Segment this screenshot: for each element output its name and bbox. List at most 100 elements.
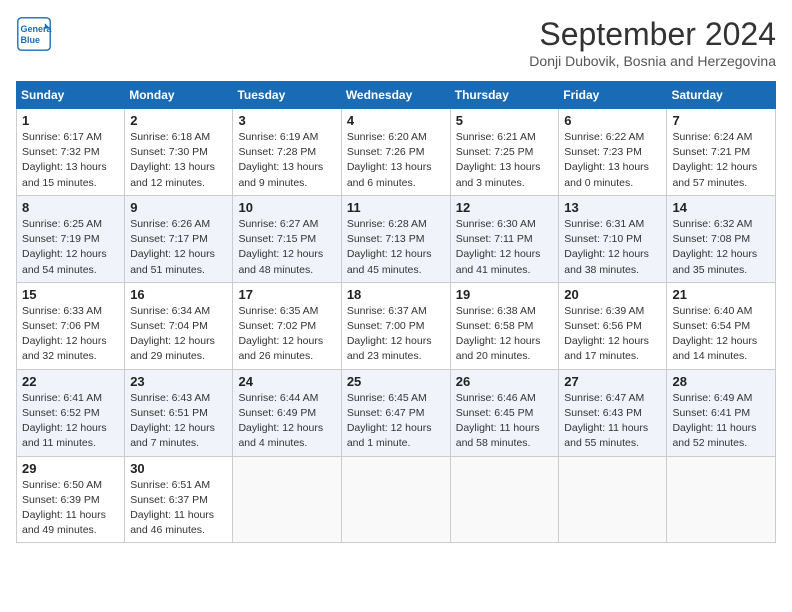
day-number: 13: [564, 200, 661, 215]
weekday-header: Monday: [125, 82, 233, 109]
calendar-cell: 9 Sunrise: 6:26 AM Sunset: 7:17 PM Daylig…: [125, 195, 233, 282]
day-number: 23: [130, 374, 227, 389]
calendar-cell: 27 Sunrise: 6:47 AM Sunset: 6:43 PM Dayli…: [559, 369, 667, 456]
day-number: 17: [238, 287, 335, 302]
calendar-cell: 5 Sunrise: 6:21 AM Sunset: 7:25 PM Daylig…: [450, 109, 559, 196]
calendar-cell: 17 Sunrise: 6:35 AM Sunset: 7:02 PM Dayli…: [233, 282, 341, 369]
calendar-cell: 15 Sunrise: 6:33 AM Sunset: 7:06 PM Dayli…: [17, 282, 125, 369]
calendar-cell: 16 Sunrise: 6:34 AM Sunset: 7:04 PM Dayli…: [125, 282, 233, 369]
calendar-table: SundayMondayTuesdayWednesdayThursdayFrid…: [16, 81, 776, 543]
day-number: 9: [130, 200, 227, 215]
calendar-cell: 7Sunrise: 6:24 AM Sunset: 7:21 PM Daylig…: [667, 109, 776, 196]
calendar-cell: 8 Sunrise: 6:25 AM Sunset: 7:19 PM Daylig…: [17, 195, 125, 282]
calendar-cell: 25 Sunrise: 6:45 AM Sunset: 6:47 PM Dayli…: [341, 369, 450, 456]
day-number: 5: [456, 113, 554, 128]
day-number: 11: [347, 200, 445, 215]
day-info: Sunrise: 6:43 AM Sunset: 6:51 PM Dayligh…: [130, 391, 227, 452]
day-info: Sunrise: 6:44 AM Sunset: 6:49 PM Dayligh…: [238, 391, 335, 452]
day-info: Sunrise: 6:21 AM Sunset: 7:25 PM Dayligh…: [456, 130, 554, 191]
day-info: Sunrise: 6:40 AM Sunset: 6:54 PM Dayligh…: [672, 304, 770, 365]
day-number: 16: [130, 287, 227, 302]
day-number: 27: [564, 374, 661, 389]
calendar-cell: [450, 456, 559, 543]
calendar-cell: 1 Sunrise: 6:17 AM Sunset: 7:32 PM Daylig…: [17, 109, 125, 196]
day-info: Sunrise: 6:32 AM Sunset: 7:08 PM Dayligh…: [672, 217, 770, 278]
calendar-cell: 6Sunrise: 6:22 AM Sunset: 7:23 PM Daylig…: [559, 109, 667, 196]
calendar-cell: 30 Sunrise: 6:51 AM Sunset: 6:37 PM Dayli…: [125, 456, 233, 543]
calendar-cell: 2 Sunrise: 6:18 AM Sunset: 7:30 PM Daylig…: [125, 109, 233, 196]
weekday-header: Saturday: [667, 82, 776, 109]
calendar-cell: 19Sunrise: 6:38 AM Sunset: 6:58 PM Dayli…: [450, 282, 559, 369]
day-number: 8: [22, 200, 119, 215]
day-info: Sunrise: 6:51 AM Sunset: 6:37 PM Dayligh…: [130, 478, 227, 539]
day-info: Sunrise: 6:50 AM Sunset: 6:39 PM Dayligh…: [22, 478, 119, 539]
day-number: 15: [22, 287, 119, 302]
calendar-cell: 12Sunrise: 6:30 AM Sunset: 7:11 PM Dayli…: [450, 195, 559, 282]
day-number: 10: [238, 200, 335, 215]
day-info: Sunrise: 6:33 AM Sunset: 7:06 PM Dayligh…: [22, 304, 119, 365]
day-number: 1: [22, 113, 119, 128]
weekday-header: Thursday: [450, 82, 559, 109]
calendar-cell: 22Sunrise: 6:41 AM Sunset: 6:52 PM Dayli…: [17, 369, 125, 456]
day-number: 24: [238, 374, 335, 389]
weekday-header: Friday: [559, 82, 667, 109]
day-number: 3: [238, 113, 335, 128]
calendar-cell: [341, 456, 450, 543]
weekday-header: Sunday: [17, 82, 125, 109]
day-info: Sunrise: 6:37 AM Sunset: 7:00 PM Dayligh…: [347, 304, 445, 365]
day-info: Sunrise: 6:28 AM Sunset: 7:13 PM Dayligh…: [347, 217, 445, 278]
calendar-cell: [667, 456, 776, 543]
day-info: Sunrise: 6:46 AM Sunset: 6:45 PM Dayligh…: [456, 391, 554, 452]
calendar-cell: 24 Sunrise: 6:44 AM Sunset: 6:49 PM Dayli…: [233, 369, 341, 456]
day-number: 28: [672, 374, 770, 389]
day-number: 2: [130, 113, 227, 128]
day-info: Sunrise: 6:24 AM Sunset: 7:21 PM Dayligh…: [672, 130, 770, 191]
day-number: 21: [672, 287, 770, 302]
logo: General Blue: [16, 16, 52, 52]
calendar-cell: 20Sunrise: 6:39 AM Sunset: 6:56 PM Dayli…: [559, 282, 667, 369]
day-info: Sunrise: 6:39 AM Sunset: 6:56 PM Dayligh…: [564, 304, 661, 365]
calendar-cell: 11 Sunrise: 6:28 AM Sunset: 7:13 PM Dayli…: [341, 195, 450, 282]
day-info: Sunrise: 6:26 AM Sunset: 7:17 PM Dayligh…: [130, 217, 227, 278]
day-info: Sunrise: 6:47 AM Sunset: 6:43 PM Dayligh…: [564, 391, 661, 452]
day-info: Sunrise: 6:49 AM Sunset: 6:41 PM Dayligh…: [672, 391, 770, 452]
day-info: Sunrise: 6:27 AM Sunset: 7:15 PM Dayligh…: [238, 217, 335, 278]
calendar-cell: [233, 456, 341, 543]
day-info: Sunrise: 6:31 AM Sunset: 7:10 PM Dayligh…: [564, 217, 661, 278]
title-block: September 2024 Donji Dubovik, Bosnia and…: [529, 16, 776, 69]
day-info: Sunrise: 6:38 AM Sunset: 6:58 PM Dayligh…: [456, 304, 554, 365]
day-info: Sunrise: 6:17 AM Sunset: 7:32 PM Dayligh…: [22, 130, 119, 191]
day-number: 14: [672, 200, 770, 215]
calendar-cell: 26 Sunrise: 6:46 AM Sunset: 6:45 PM Dayli…: [450, 369, 559, 456]
day-info: Sunrise: 6:18 AM Sunset: 7:30 PM Dayligh…: [130, 130, 227, 191]
weekday-header: Tuesday: [233, 82, 341, 109]
day-info: Sunrise: 6:35 AM Sunset: 7:02 PM Dayligh…: [238, 304, 335, 365]
day-number: 4: [347, 113, 445, 128]
day-number: 25: [347, 374, 445, 389]
calendar-cell: 29 Sunrise: 6:50 AM Sunset: 6:39 PM Dayli…: [17, 456, 125, 543]
day-number: 30: [130, 461, 227, 476]
location: Donji Dubovik, Bosnia and Herzegovina: [529, 53, 776, 69]
day-info: Sunrise: 6:25 AM Sunset: 7:19 PM Dayligh…: [22, 217, 119, 278]
day-number: 6: [564, 113, 661, 128]
calendar-cell: 23 Sunrise: 6:43 AM Sunset: 6:51 PM Dayli…: [125, 369, 233, 456]
day-info: Sunrise: 6:34 AM Sunset: 7:04 PM Dayligh…: [130, 304, 227, 365]
day-info: Sunrise: 6:45 AM Sunset: 6:47 PM Dayligh…: [347, 391, 445, 452]
calendar-cell: 14 Sunrise: 6:32 AM Sunset: 7:08 PM Dayli…: [667, 195, 776, 282]
logo-icon: General Blue: [16, 16, 52, 52]
calendar-cell: 10 Sunrise: 6:27 AM Sunset: 7:15 PM Dayli…: [233, 195, 341, 282]
calendar-cell: 21 Sunrise: 6:40 AM Sunset: 6:54 PM Dayli…: [667, 282, 776, 369]
calendar-cell: 3 Sunrise: 6:19 AM Sunset: 7:28 PM Daylig…: [233, 109, 341, 196]
weekday-header: Wednesday: [341, 82, 450, 109]
calendar-cell: 4 Sunrise: 6:20 AM Sunset: 7:26 PM Daylig…: [341, 109, 450, 196]
day-number: 22: [22, 374, 119, 389]
svg-text:Blue: Blue: [21, 35, 41, 45]
calendar-cell: [559, 456, 667, 543]
day-number: 29: [22, 461, 119, 476]
day-info: Sunrise: 6:20 AM Sunset: 7:26 PM Dayligh…: [347, 130, 445, 191]
month-title: September 2024: [529, 16, 776, 53]
day-number: 26: [456, 374, 554, 389]
day-number: 18: [347, 287, 445, 302]
day-info: Sunrise: 6:19 AM Sunset: 7:28 PM Dayligh…: [238, 130, 335, 191]
day-number: 12: [456, 200, 554, 215]
